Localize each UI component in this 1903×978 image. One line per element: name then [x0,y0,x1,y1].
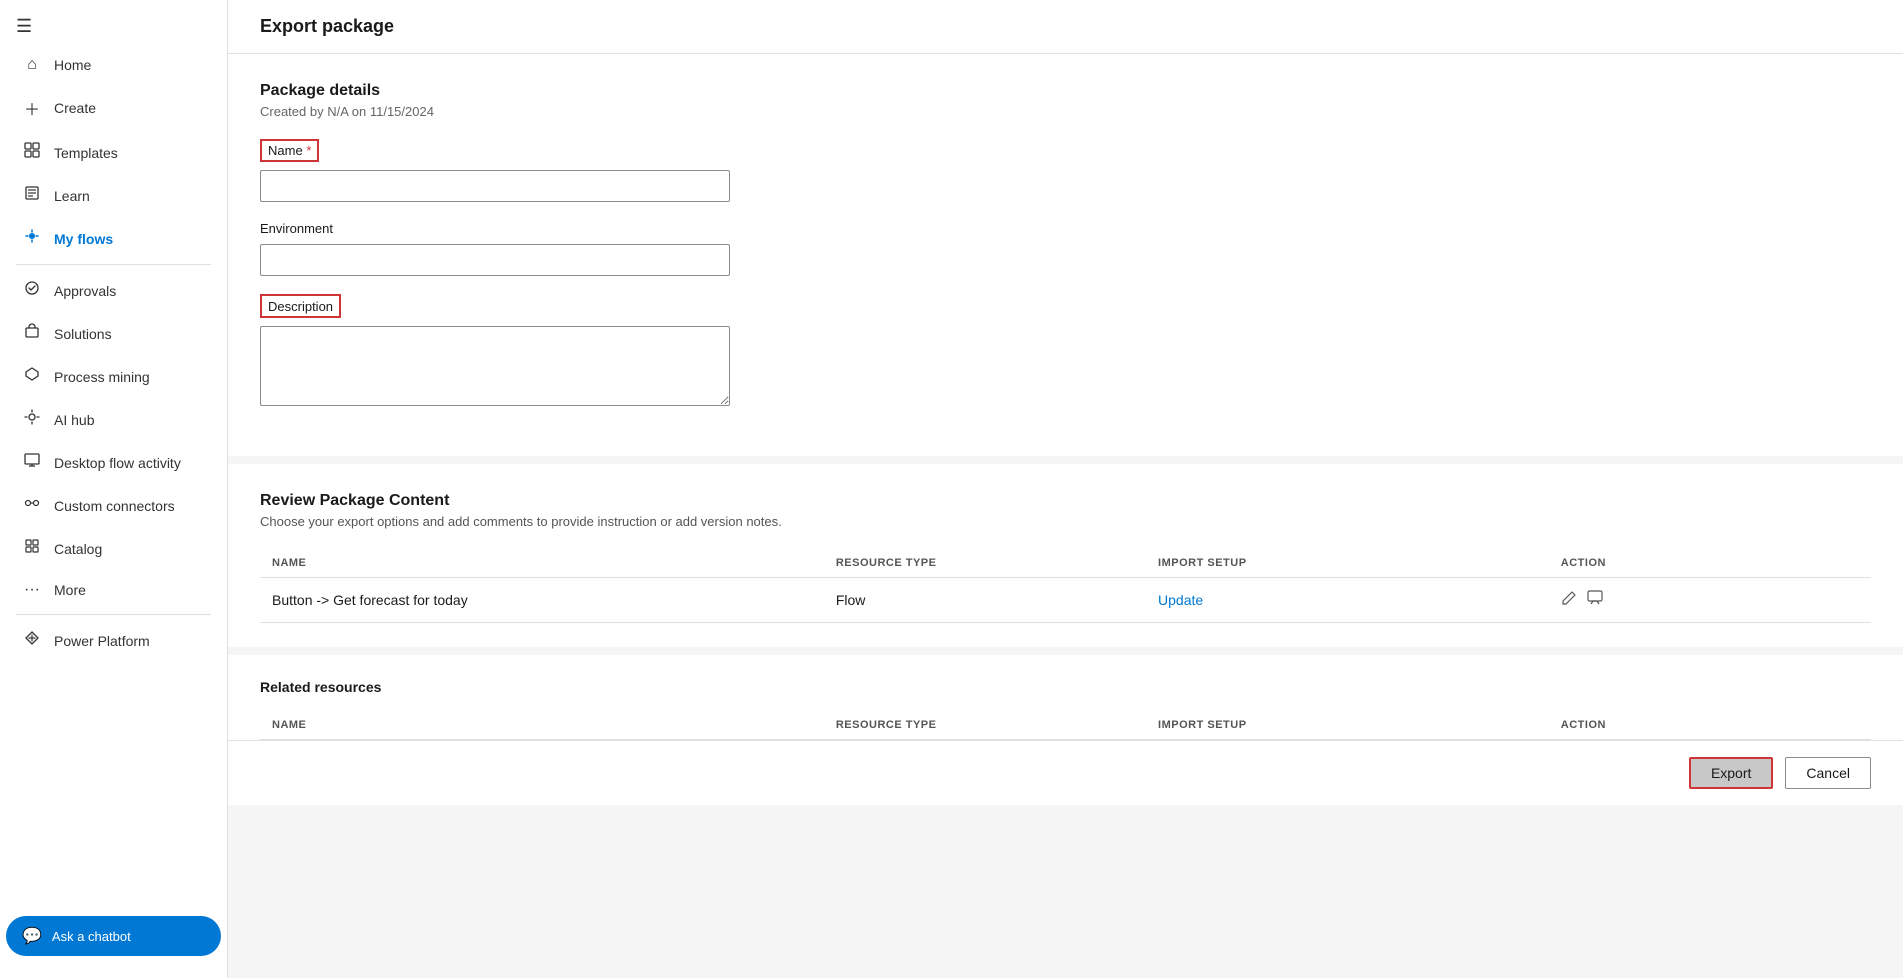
related-resources-table: NAME RESOURCE TYPE IMPORT SETUP ACTION [260,711,1871,740]
sidebar-item-solutions-label: Solutions [54,326,112,342]
sidebar-divider-2 [16,614,211,615]
name-required-star: * [306,143,311,158]
sidebar-item-learn[interactable]: Learn [6,175,221,216]
sidebar-item-more-label: More [54,582,86,598]
sidebar-item-templates-label: Templates [54,145,118,161]
name-input[interactable] [260,170,730,202]
package-details-subtitle: Created by N/A on 11/15/2024 [260,104,1871,119]
col-name: NAME [260,549,824,578]
sidebar-item-custom-connectors[interactable]: Custom connectors [6,485,221,526]
review-table-body: Button -> Get forecast for today Flow Up… [260,578,1871,623]
name-field-group: Name * [260,139,1871,202]
my-flows-icon [22,228,42,249]
learn-icon [22,185,42,206]
environment-input[interactable] [260,244,730,276]
footer-bar: Export Cancel [228,740,1903,805]
col-action: ACTION [1549,549,1871,578]
sidebar-bottom: 💬 Ask a chatbot [0,910,227,962]
row-action [1549,578,1871,623]
solutions-icon [22,323,42,344]
cancel-button[interactable]: Cancel [1785,757,1871,789]
related-resources-title: Related resources [260,679,1871,695]
sidebar-item-my-flows[interactable]: My flows [6,218,221,259]
sidebar-item-my-flows-label: My flows [54,231,113,247]
sidebar-item-custom-connectors-label: Custom connectors [54,498,175,514]
sidebar: ☰ ⌂ Home ＋ Create Templates Learn My flo… [0,0,228,978]
sidebar-item-create[interactable]: ＋ Create [6,86,221,130]
sidebar-item-more[interactable]: ··· More [6,571,221,609]
sidebar-item-desktop-flow-activity[interactable]: Desktop flow activity [6,442,221,483]
content-area: Package details Created by N/A on 11/15/… [228,54,1903,805]
sidebar-item-ai-hub[interactable]: AI hub [6,399,221,440]
related-col-resource-type: RESOURCE TYPE [824,711,1146,740]
process-mining-icon [22,366,42,387]
create-icon: ＋ [22,96,42,120]
hamburger-icon: ☰ [16,16,32,36]
custom-connectors-icon [22,495,42,516]
main-content: Export package Package details Created b… [228,0,1903,978]
col-resource-type: RESOURCE TYPE [824,549,1146,578]
sidebar-item-learn-label: Learn [54,188,90,204]
name-label: Name * [260,139,319,162]
sidebar-item-home[interactable]: ⌂ Home [6,46,221,84]
sidebar-item-approvals-label: Approvals [54,283,116,299]
page-title: Export package [260,16,1871,37]
related-table-header: NAME RESOURCE TYPE IMPORT SETUP ACTION [260,711,1871,740]
package-details-card: Package details Created by N/A on 11/15/… [228,54,1903,464]
sidebar-item-ai-hub-label: AI hub [54,412,94,428]
related-col-action: ACTION [1549,711,1871,740]
sidebar-item-solutions[interactable]: Solutions [6,313,221,354]
sidebar-item-process-mining-label: Process mining [54,369,150,385]
sidebar-divider-1 [16,264,211,265]
export-button[interactable]: Export [1689,757,1773,789]
hamburger-menu[interactable]: ☰ [0,0,227,45]
page-header: Export package [228,0,1903,54]
review-package-title: Review Package Content [260,492,1871,510]
col-import-setup: IMPORT SETUP [1146,549,1549,578]
related-resources-card: Related resources NAME RESOURCE TYPE IMP… [228,655,1903,740]
package-details-title: Package details [260,82,1871,100]
sidebar-item-home-label: Home [54,57,91,73]
chatbot-label: Ask a chatbot [52,929,131,944]
sidebar-item-power-platform-label: Power Platform [54,633,150,649]
comment-icon[interactable] [1587,590,1603,610]
review-package-table: NAME RESOURCE TYPE IMPORT SETUP ACTION B… [260,549,1871,623]
row-name: Button -> Get forecast for today [260,578,824,623]
sidebar-item-power-platform[interactable]: Power Platform [6,620,221,661]
row-import-setup[interactable]: Update [1146,578,1549,623]
related-col-import-setup: IMPORT SETUP [1146,711,1549,740]
review-package-card: Review Package Content Choose your expor… [228,464,1903,655]
sidebar-item-process-mining[interactable]: Process mining [6,356,221,397]
review-table-header: NAME RESOURCE TYPE IMPORT SETUP ACTION [260,549,1871,578]
sidebar-item-templates[interactable]: Templates [6,132,221,173]
related-col-name: NAME [260,711,824,740]
description-label: Description [268,299,333,314]
environment-field-group: Environment [260,220,1871,276]
more-icon: ··· [22,581,42,599]
sidebar-item-desktop-flow-activity-label: Desktop flow activity [54,455,181,471]
catalog-icon [22,538,42,559]
sidebar-item-create-label: Create [54,100,96,116]
chatbot-icon: 💬 [22,926,42,946]
approvals-icon [22,280,42,301]
description-field-group: Description [260,294,1871,406]
templates-icon [22,142,42,163]
desktop-flow-activity-icon [22,452,42,473]
import-setup-link[interactable]: Update [1158,592,1203,608]
description-label-wrapper: Description [260,294,341,318]
row-resource-type: Flow [824,578,1146,623]
environment-label: Environment [260,221,333,236]
ai-hub-icon [22,409,42,430]
power-platform-icon [22,630,42,651]
sidebar-item-catalog-label: Catalog [54,541,102,557]
review-package-subtitle: Choose your export options and add comme… [260,514,1871,529]
home-icon: ⌂ [22,56,42,74]
table-row: Button -> Get forecast for today Flow Up… [260,578,1871,623]
edit-icon[interactable] [1561,590,1577,610]
sidebar-item-approvals[interactable]: Approvals [6,270,221,311]
chatbot-button[interactable]: 💬 Ask a chatbot [6,916,221,956]
description-textarea[interactable] [260,326,730,406]
sidebar-item-catalog[interactable]: Catalog [6,528,221,569]
